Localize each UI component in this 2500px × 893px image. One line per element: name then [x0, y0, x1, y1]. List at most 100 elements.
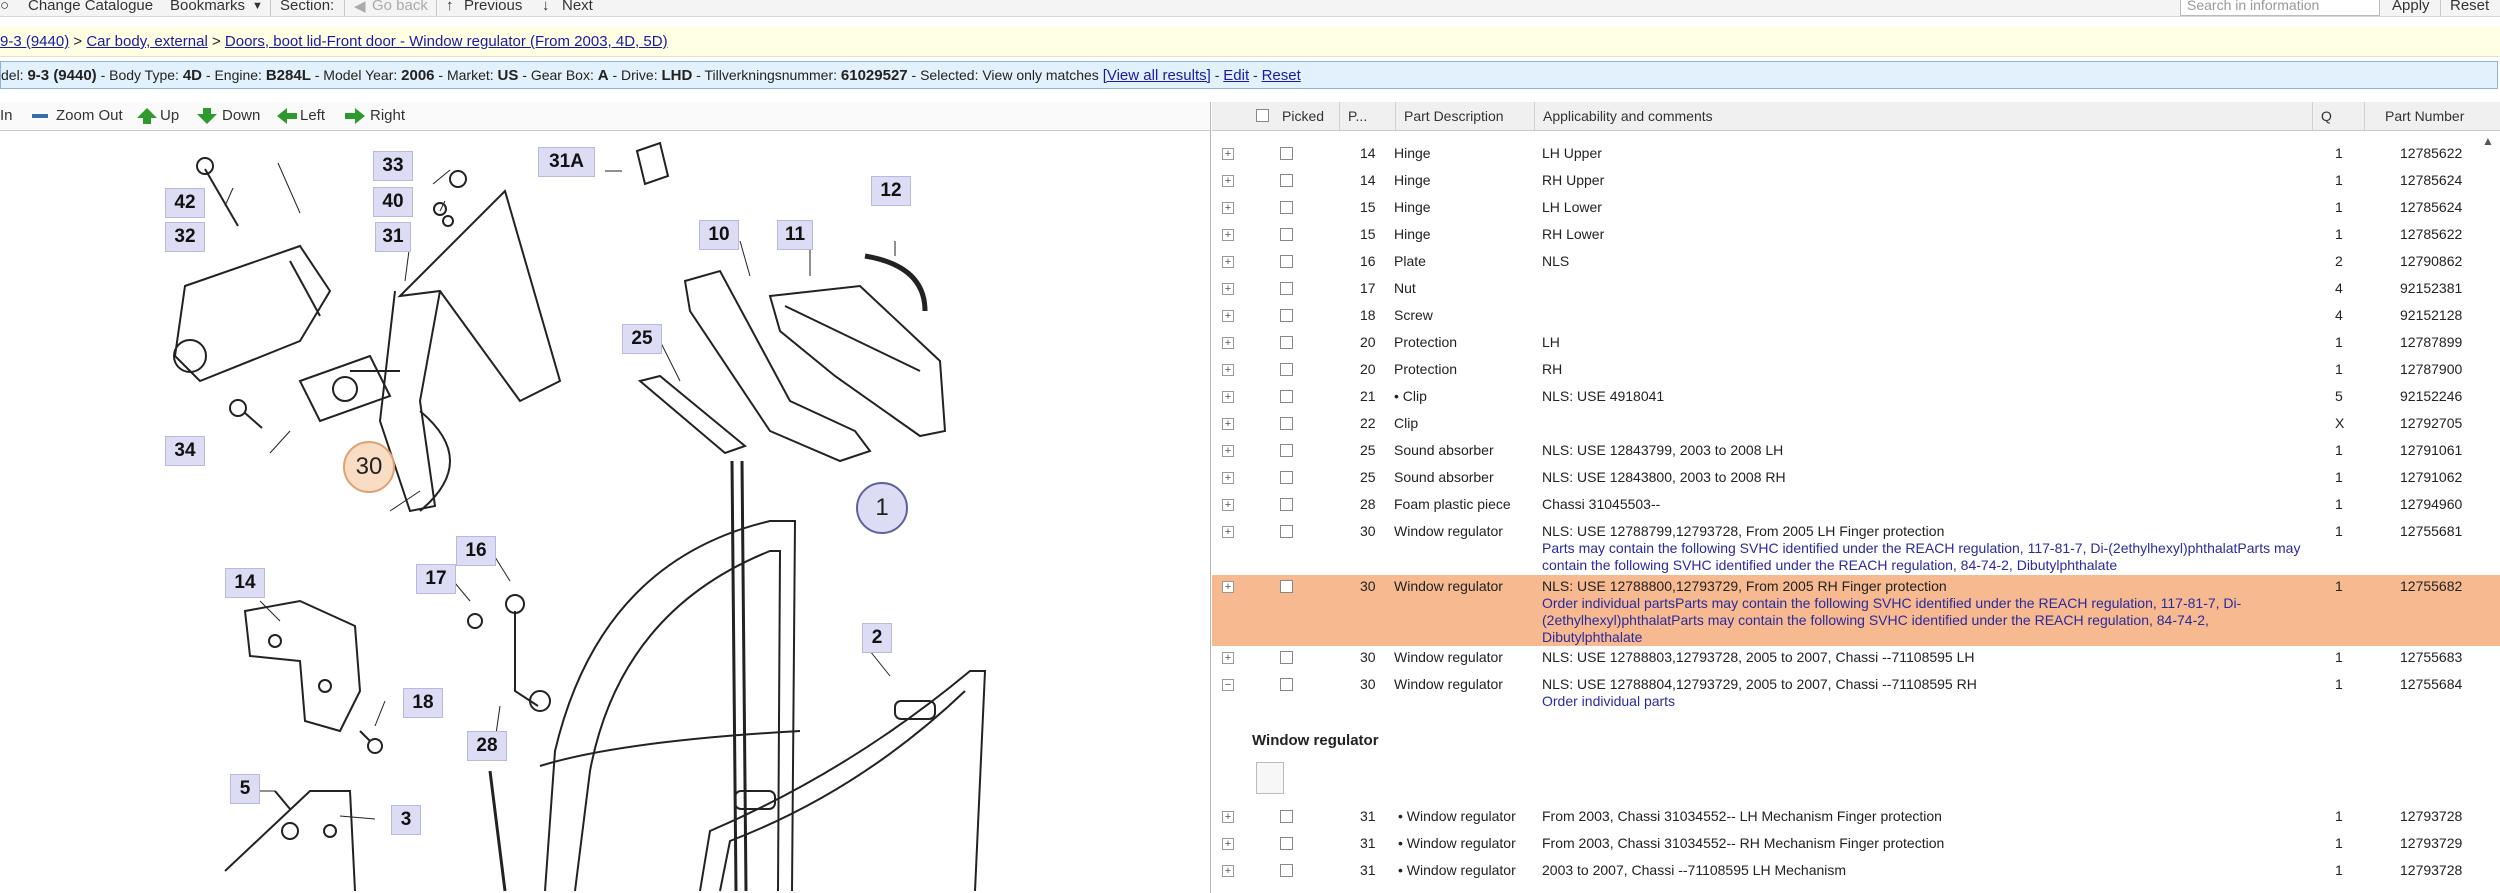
part-number-cell[interactable]: 12793728	[2400, 862, 2462, 879]
picked-checkbox[interactable]	[1280, 864, 1293, 877]
breadcrumb-page-link[interactable]: Doors, boot lid-Front door - Window regu…	[225, 33, 668, 50]
previous-button[interactable]: Previous	[464, 0, 522, 14]
callout-42[interactable]: 42	[165, 188, 205, 218]
table-row[interactable]: +31 • Window regulator 2003 to 2007, Chass…	[1212, 859, 2500, 886]
callout-11[interactable]: 11	[777, 220, 813, 250]
part-number-cell[interactable]: 12794960	[2400, 496, 2462, 513]
part-number-cell[interactable]: 12785624	[2400, 172, 2462, 189]
reset-button[interactable]: Reset	[2450, 0, 2489, 14]
callout-31a[interactable]: 31A	[538, 147, 595, 177]
picked-checkbox[interactable]	[1280, 174, 1293, 187]
callout-40[interactable]: 40	[373, 187, 413, 217]
collapse-icon[interactable]: −	[1222, 679, 1234, 691]
expand-icon[interactable]: +	[1222, 310, 1234, 322]
callout-2[interactable]: 2	[862, 623, 892, 653]
table-row[interactable]: +20 Protection LH 1 12787899	[1212, 331, 2500, 358]
parts-diagram[interactable]: 42 32 33 40 31 31A 34 10 11 12 25 17 16 …	[0, 131, 1210, 893]
table-row[interactable]: +25 Sound absorber NLS: USE 12843799, 2003…	[1212, 439, 2500, 466]
table-row[interactable]: − 30 Window regulator NLS: USE 12788804,127…	[1212, 673, 2500, 713]
part-number-cell[interactable]: 12791061	[2400, 442, 2462, 459]
table-row[interactable]: +25 Sound absorber NLS: USE 12843800, 2003…	[1212, 466, 2500, 493]
part-number-cell[interactable]: 12792705	[2400, 415, 2462, 432]
table-row[interactable]: +14 Hinge LH Upper 1 12785622	[1212, 142, 2500, 169]
zoom-in-button[interactable]: In	[0, 107, 13, 124]
callout-3[interactable]: 3	[391, 805, 421, 835]
expand-icon[interactable]: +	[1222, 445, 1234, 457]
picked-checkbox[interactable]	[1280, 201, 1293, 214]
change-catalogue-icon[interactable]: ○	[0, 0, 9, 14]
table-row[interactable]: +18 Screw 4 92152128	[1212, 304, 2500, 331]
picked-checkbox[interactable]	[1280, 417, 1293, 430]
callout-16[interactable]: 16	[456, 536, 496, 566]
table-row[interactable]: +15 Hinge RH Lower 1 12785622	[1212, 223, 2500, 250]
down-button[interactable]: Down	[222, 107, 260, 124]
bookmarks-button[interactable]: Bookmarks	[170, 0, 245, 14]
zoom-out-button[interactable]: Zoom Out	[56, 107, 123, 124]
breadcrumb-group-link[interactable]: Car body, external	[86, 33, 207, 50]
table-row[interactable]: +31 • Window regulator From 2003, Chassi 3…	[1212, 832, 2500, 859]
part-number-cell[interactable]: 12755681	[2400, 523, 2462, 540]
callout-14[interactable]: 14	[225, 568, 265, 598]
picked-checkbox[interactable]	[1280, 309, 1293, 322]
header-picked[interactable]: Picked	[1274, 102, 1339, 130]
table-row[interactable]: +30 Window regulator NLS: USE 12788800,127…	[1212, 575, 2500, 646]
expand-icon[interactable]: +	[1222, 229, 1234, 241]
callout-31[interactable]: 31	[375, 222, 411, 252]
callout-18[interactable]: 18	[403, 688, 443, 718]
view-all-results-link[interactable]: [View all results]	[1103, 67, 1211, 84]
right-button[interactable]: Right	[370, 107, 405, 124]
panel-divider[interactable]	[1210, 102, 1211, 893]
header-applicability[interactable]: Applicability and comments	[1534, 102, 2324, 130]
callout-17[interactable]: 17	[416, 564, 456, 594]
picked-checkbox[interactable]	[1280, 498, 1293, 511]
table-row[interactable]: +30 Window regulator NLS: USE 12788799,127…	[1212, 520, 2500, 575]
part-number-cell[interactable]: 12787899	[2400, 334, 2462, 351]
left-button[interactable]: Left	[300, 107, 325, 124]
table-row[interactable]: +20 Protection RH 1 12787900	[1212, 358, 2500, 385]
part-number-cell[interactable]: 12787900	[2400, 361, 2462, 378]
header-part-description[interactable]: Part Description	[1395, 102, 1542, 130]
picked-checkbox[interactable]	[1280, 651, 1293, 664]
expand-icon[interactable]: +	[1222, 364, 1234, 376]
part-number-cell[interactable]: 12755682	[2400, 578, 2462, 595]
picked-checkbox[interactable]	[1280, 228, 1293, 241]
picked-checkbox[interactable]	[1280, 810, 1293, 823]
expand-icon[interactable]: +	[1222, 337, 1234, 349]
part-number-cell[interactable]: 12785624	[2400, 199, 2462, 216]
picked-checkbox[interactable]	[1280, 390, 1293, 403]
subsection-image-icon[interactable]	[1256, 762, 1284, 794]
table-row[interactable]: +21 • Clip NLS: USE 4918041 5 92152246	[1212, 385, 2500, 412]
header-quantity[interactable]: Q	[2312, 102, 2366, 130]
change-catalogue-button[interactable]: Change Catalogue	[28, 0, 153, 14]
part-number-cell[interactable]: 12793728	[2400, 808, 2462, 825]
expand-icon[interactable]: +	[1222, 652, 1234, 664]
part-number-cell[interactable]: 12791062	[2400, 469, 2462, 486]
part-number-cell[interactable]: 12785622	[2400, 226, 2462, 243]
picked-checkbox[interactable]	[1280, 282, 1293, 295]
table-row[interactable]: +28 Foam plastic piece Chassi 31045503-- 1 1…	[1212, 493, 2500, 520]
expand-icon[interactable]: +	[1222, 499, 1234, 511]
header-part-number[interactable]: Part Number	[2364, 102, 2484, 130]
part-number-cell[interactable]: 12790862	[2400, 253, 2462, 270]
picked-checkbox[interactable]	[1280, 255, 1293, 268]
next-button[interactable]: Next	[562, 0, 593, 14]
search-input[interactable]: Search in information	[2180, 0, 2380, 16]
table-row[interactable]: +15 Hinge LH Lower 1 12785624	[1212, 196, 2500, 223]
table-row[interactable]: +14 Hinge RH Upper 1 12785624	[1212, 169, 2500, 196]
expand-icon[interactable]: +	[1222, 418, 1234, 430]
go-back-button[interactable]: Go back	[372, 0, 428, 14]
expand-icon[interactable]: +	[1222, 283, 1234, 295]
callout-12[interactable]: 12	[871, 176, 911, 206]
part-number-cell[interactable]: 92152381	[2400, 280, 2462, 297]
callout-28[interactable]: 28	[467, 731, 507, 761]
callout-10[interactable]: 10	[699, 220, 739, 250]
expand-icon[interactable]: +	[1222, 175, 1234, 187]
part-number-cell[interactable]: 12755684	[2400, 676, 2462, 693]
callout-5[interactable]: 5	[230, 774, 260, 804]
picked-checkbox[interactable]	[1280, 837, 1293, 850]
callout-33[interactable]: 33	[373, 151, 413, 181]
expand-icon[interactable]: +	[1222, 391, 1234, 403]
picked-checkbox[interactable]	[1280, 336, 1293, 349]
expand-icon[interactable]: +	[1222, 838, 1234, 850]
expand-icon[interactable]: +	[1222, 865, 1234, 877]
